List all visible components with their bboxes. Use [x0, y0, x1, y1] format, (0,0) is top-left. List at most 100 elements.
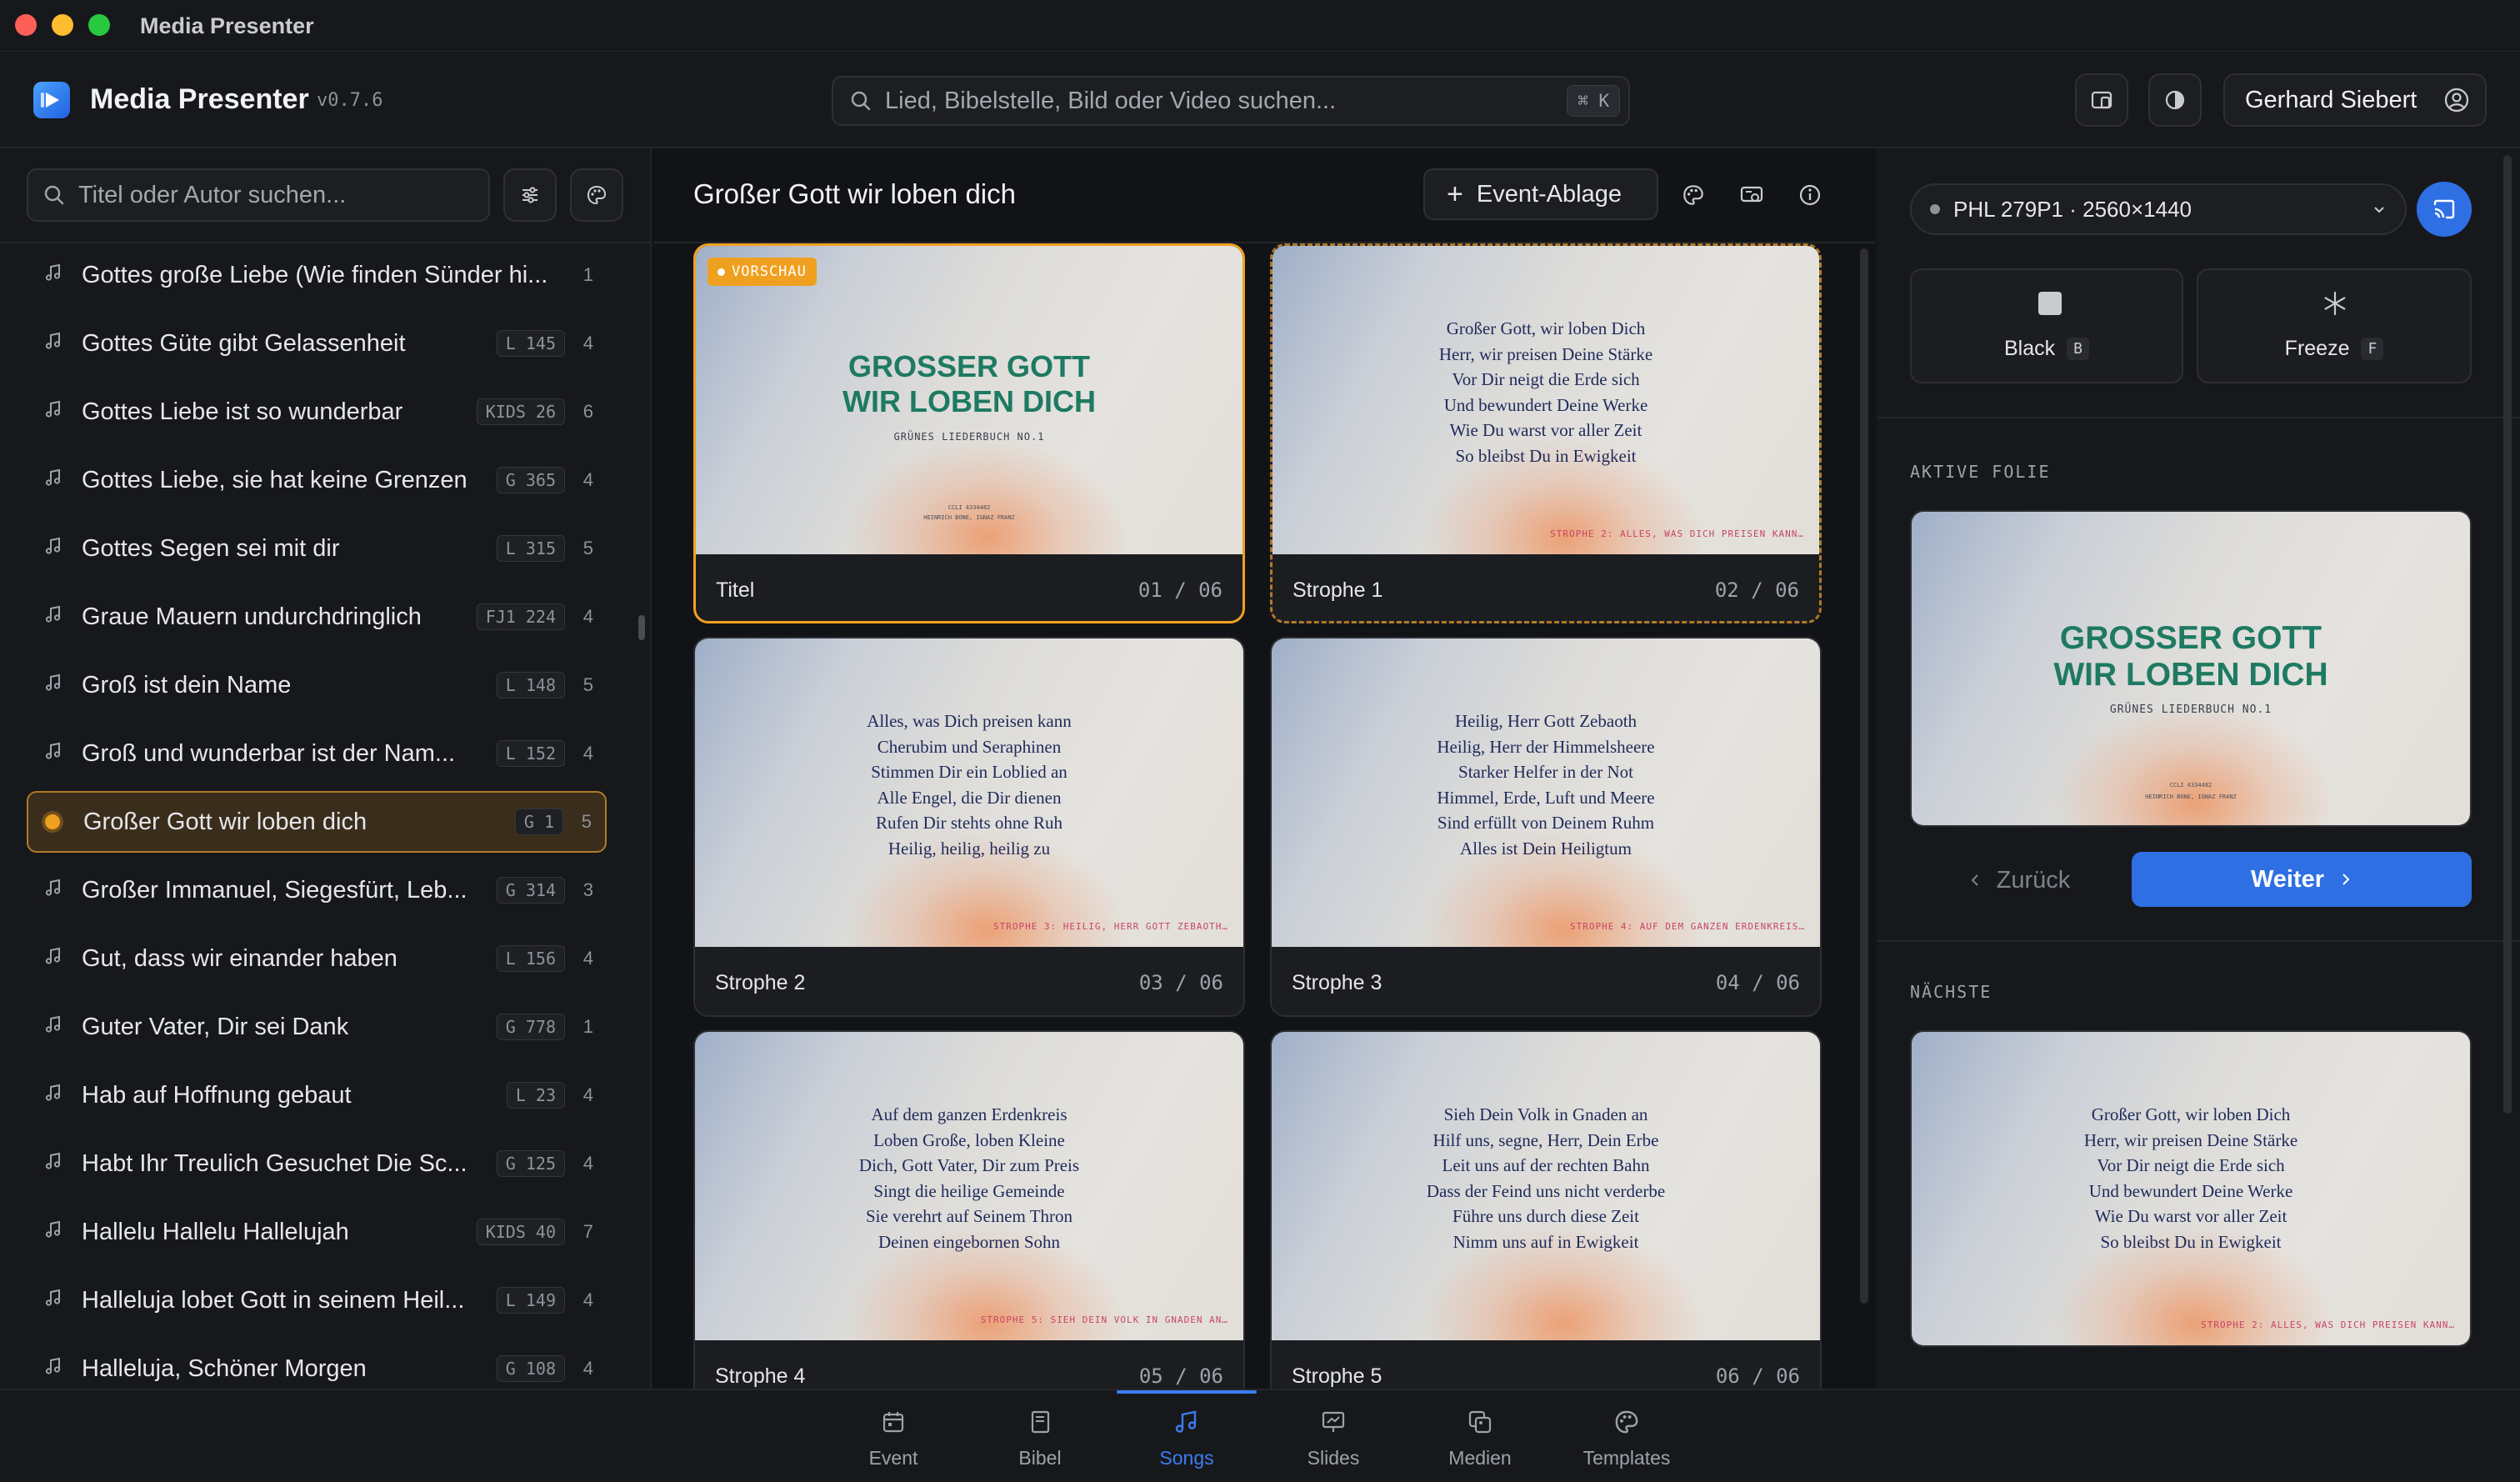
search-icon — [44, 185, 64, 205]
song-list-item[interactable]: Habt Ihr Treulich Gesuchet Die Sc... G 12… — [27, 1133, 607, 1194]
layout-toggle-button[interactable] — [2075, 73, 2128, 127]
slide-caption: Strophe 3 04 / 06 — [1272, 947, 1820, 1015]
slide-card[interactable]: Großer Gott, wir loben Dich Herr, wir pre… — [1270, 243, 1822, 623]
tab-songs[interactable]: Songs — [1113, 1390, 1260, 1480]
verse-count: 4 — [582, 1358, 593, 1379]
display-name: PHL 279P1 · 2560×1440 — [1953, 196, 2192, 222]
slide-card[interactable]: GROSSER GOTT WIR LOBEN DICH GRÜNES LIEDERB… — [693, 243, 1245, 623]
presentation-control-panel: PHL 279P1 · 2560×1440 Black B Freeze F A… — [1877, 148, 2520, 1389]
music-note-icon — [43, 468, 72, 493]
song-editor-panel: Großer Gott wir loben dich + Event-Ablag… — [653, 148, 1875, 1389]
song-list-item[interactable]: Gut, dass wir einander haben L 156 4 — [27, 928, 607, 989]
slide-number: 01 / 06 — [1138, 578, 1222, 602]
tab-event[interactable]: Event — [820, 1397, 967, 1480]
music-note-icon — [43, 1014, 72, 1040]
lyric-line: Sieh Dein Volk in Gnaden an — [1443, 1104, 1648, 1124]
slide-card[interactable]: Auf dem ganzen Erdenkreis Loben Große, lo… — [693, 1030, 1245, 1389]
song-list-item[interactable]: Großer Gott wir loben dich G 1 5 — [27, 791, 607, 853]
song-list-item[interactable]: Gottes Liebe ist so wunderbar KIDS 26 6 — [27, 381, 607, 443]
global-search[interactable]: Lied, Bibelstelle, Bild oder Video suche… — [832, 76, 1630, 126]
music-note-icon — [43, 741, 72, 767]
event-ablage-button[interactable]: + Event-Ablage — [1423, 168, 1658, 220]
active-subtitle: GRÜNES LIEDERBUCH NO.1 — [2109, 703, 2272, 716]
tab-bibel[interactable]: Bibel — [967, 1397, 1113, 1480]
slides-scrollbar[interactable] — [1860, 248, 1868, 1304]
slide-glow — [2053, 703, 2337, 825]
slide-card[interactable]: Heilig, Herr Gott Zebaoth Heilig, Herr de… — [1270, 637, 1822, 1017]
info-button[interactable] — [1793, 178, 1827, 212]
palette-icon — [587, 185, 607, 205]
live-dot-icon — [45, 809, 73, 835]
song-list-item[interactable]: Guter Vater, Dir sei Dank G 778 1 — [27, 996, 607, 1058]
tab-medien[interactable]: Medien — [1407, 1397, 1553, 1480]
control-divider-2 — [1877, 940, 2520, 942]
control-scrollbar[interactable] — [2503, 155, 2512, 1114]
songbook-code: KIDS 26 — [476, 398, 565, 425]
tab-templates[interactable]: Templates — [1553, 1397, 1700, 1480]
slide-thumbnail: Auf dem ganzen Erdenkreis Loben Große, lo… — [695, 1032, 1243, 1340]
song-search-input[interactable]: Titel oder Autor suchen... — [27, 168, 490, 222]
slide-caption: Strophe 4 05 / 06 — [695, 1340, 1243, 1389]
lyric-line: Leit uns auf der rechten Bahn — [1442, 1155, 1650, 1175]
next-verse-hint: STROPHE 4: AUF DEM GANZEN ERDENKREIS… — [1569, 921, 1805, 932]
close-window-button[interactable] — [15, 14, 37, 36]
next-button[interactable]: Weiter — [2132, 852, 2472, 907]
freeze-label: Freeze — [2284, 337, 2350, 360]
slide-number: 04 / 06 — [1715, 971, 1800, 994]
song-list-item[interactable]: Halleluja, Schöner Morgen G 108 4 — [27, 1338, 607, 1389]
theme-palette-button[interactable] — [1677, 178, 1710, 212]
song-list-item[interactable]: Halleluja lobet Gott in seinem Heil... L … — [27, 1269, 607, 1331]
slide-card[interactable]: Sieh Dein Volk in Gnaden an Hilf uns, seg… — [1270, 1030, 1822, 1389]
song-list-item[interactable]: Gottes Güte gibt Gelassenheit L 145 4 — [27, 313, 607, 374]
lyric-line: Starker Helfer in der Not — [1458, 762, 1633, 782]
tab-slides[interactable]: Slides — [1260, 1397, 1407, 1480]
app-header: Media Presenter v0.7.6 Lied, Bibelstelle… — [0, 52, 2520, 148]
song-list-item[interactable]: Gottes große Liebe (Wie finden Sünder hi… — [27, 244, 607, 306]
cast-icon — [2433, 199, 2455, 219]
lyric-line: Und bewundert Deine Werke — [2088, 1180, 2293, 1201]
lyric-line: Loben Große, loben Kleine — [873, 1129, 1065, 1150]
song-list-item[interactable]: Gottes Segen sei mit dir L 315 5 — [27, 518, 607, 579]
lyric-line: Singt die heilige Gemeinde — [873, 1180, 1065, 1201]
lyric-line: Großer Gott, wir loben Dich — [2091, 1104, 2291, 1124]
palette-button[interactable] — [570, 168, 623, 222]
song-list-item[interactable]: Großer Immanuel, Siegesfürt, Leb... G 314… — [27, 859, 607, 921]
slide-label: Strophe 3 — [1292, 970, 1382, 994]
tab-label: Songs — [1159, 1447, 1214, 1469]
media-icon — [1466, 1408, 1494, 1440]
song-title: Gottes Segen sei mit dir — [82, 534, 340, 562]
split-view-icon — [2091, 91, 2112, 109]
music-note-icon — [43, 331, 72, 357]
app-name: Media Presenter — [90, 83, 309, 115]
song-list-item[interactable]: Hab auf Hoffnung gebaut L 23 4 — [27, 1064, 607, 1126]
plus-icon: + — [1447, 178, 1463, 210]
lyric-line: Herr, wir preisen Deine Stärke — [2083, 1129, 2298, 1150]
song-title: Gottes große Liebe (Wie finden Sünder hi… — [82, 261, 548, 288]
zoom-window-button[interactable] — [88, 14, 110, 36]
song-list-item[interactable]: Graue Mauern undurchdringlich FJ1 224 4 — [27, 586, 607, 648]
minimize-window-button[interactable] — [52, 14, 73, 36]
active-slide-heading: AKTIVE FOLIE — [1910, 462, 2051, 482]
cast-button[interactable] — [2417, 182, 2472, 237]
display-select[interactable]: PHL 279P1 · 2560×1440 — [1910, 183, 2407, 235]
theme-toggle-button[interactable] — [2148, 73, 2202, 127]
song-title: Großer Gott wir loben dich — [693, 178, 1016, 209]
slide-caption: Strophe 2 03 / 06 — [695, 947, 1243, 1015]
filter-button[interactable] — [503, 168, 557, 222]
song-list-item[interactable]: Groß und wunderbar ist der Nam... L 152 4 — [27, 723, 607, 784]
slide-caption: Titel 01 / 06 — [696, 554, 1242, 621]
song-list-item[interactable]: Gottes Liebe, sie hat keine Grenzen G 365… — [27, 449, 607, 511]
lyric-line: Alle Engel, die Dir dienen — [877, 787, 1062, 808]
slide-label: Strophe 5 — [1292, 1364, 1382, 1388]
song-list-item[interactable]: Groß ist dein Name L 148 5 — [27, 654, 607, 716]
cast-settings-button[interactable] — [1735, 178, 1768, 212]
song-title: Graue Mauern undurchdringlich — [82, 603, 422, 630]
active-tab-indicator — [1117, 1390, 1257, 1394]
slide-card[interactable]: Alles, was Dich preisen kann Cherubim und… — [693, 637, 1245, 1017]
black-button[interactable]: Black B — [1910, 268, 2183, 383]
back-button[interactable]: Zurück — [1910, 854, 2128, 907]
songbook-code: G 314 — [496, 877, 565, 904]
song-list-item[interactable]: Hallelu Hallelu Hallelujah KIDS 40 7 — [27, 1201, 607, 1263]
freeze-button[interactable]: Freeze F — [2197, 268, 2472, 383]
user-menu-button[interactable]: Gerhard Siebert — [2223, 73, 2487, 127]
